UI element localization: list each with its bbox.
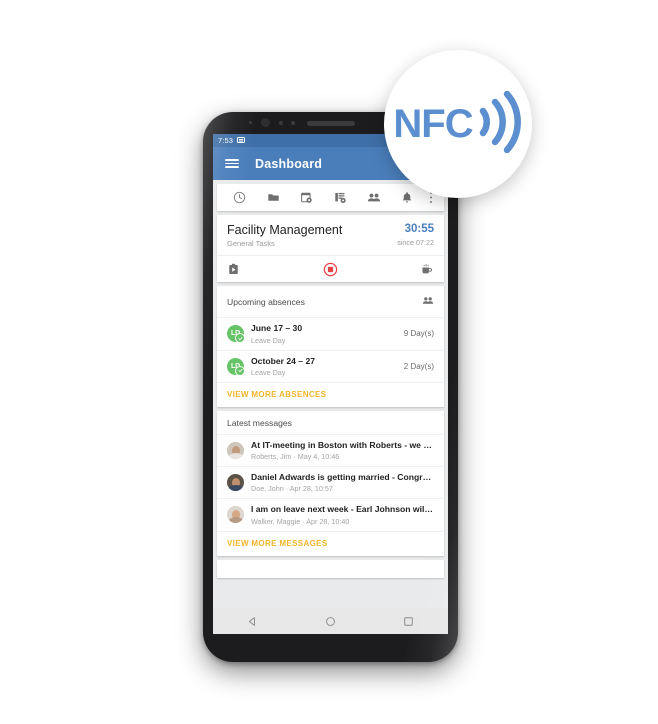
leave-day-badge: LD [227,357,245,376]
message-meta: Walker, Maggie · Apr 28, 10:40 [251,516,350,526]
avatar [227,441,244,459]
quick-actions-toolbar [217,184,444,211]
android-back-button[interactable] [232,608,272,634]
recents-square-icon [404,616,414,626]
stop-timer-button[interactable] [296,256,365,282]
sensor-dot-small [249,121,252,124]
sim-card-icon [237,136,245,145]
back-triangle-icon [248,616,255,626]
leave-day-badge: LD [227,325,245,344]
toolbar-item-time-tracking[interactable] [223,184,257,211]
absence-title: June 17 – 30 [251,323,303,334]
avatar [227,506,244,524]
message-row[interactable]: At IT-meeting in Boston with Roberts - w… [217,433,444,466]
absence-subtitle: Leave Day [251,367,286,377]
clock-icon [234,191,246,204]
messages-header: Latest messages [227,417,292,428]
check-icon [235,365,245,376]
message-meta: Roberts, Jim · May 4, 10:46 [251,452,340,462]
nfc-wave-icon [477,90,523,158]
absence-duration: 2 Day(s) [403,361,434,371]
android-recents-button[interactable] [389,608,429,634]
phone-screen: 7:53 Dashboard Facility Management Gener… [213,134,448,634]
latest-messages-card: Latest messages At IT-meeting in Boston … [217,410,444,556]
phone-device: 7:53 Dashboard Facility Management Gener… [203,112,458,662]
android-navigation-bar [213,608,448,634]
people-icon[interactable] [422,293,434,311]
bell-icon [402,192,412,203]
nfc-badge: NFC [384,50,532,198]
report-settings-icon [335,192,346,204]
message-title: I am on leave next week - Earl Johnson w… [251,504,434,515]
toolbar-item-team[interactable] [357,184,391,211]
timer-elapsed-value: 30:55 [404,223,434,235]
upcoming-absences-card: Upcoming absences LD June 17 – 30 Leave … [217,286,444,407]
stop-record-icon [323,262,338,277]
message-title: Daniel Adwards is getting married - Cong… [251,472,434,483]
absence-row[interactable]: LD June 17 – 30 Leave Day 9 Day(s) [217,317,444,349]
toolbar-item-reports[interactable] [324,184,358,211]
home-circle-icon [326,616,335,626]
message-row[interactable]: Daniel Adwards is getting married - Cong… [217,466,444,498]
hamburger-menu-icon[interactable] [225,159,239,168]
timer-task-title: Facility Management [227,223,343,237]
page-title: Dashboard [255,156,323,171]
status-time: 7:53 [218,136,233,145]
next-card-partial [217,559,444,578]
switch-task-button[interactable] [217,256,296,282]
view-more-absences-link[interactable]: VIEW MORE ABSENCES [217,381,444,407]
timer-since-label: since 07:22 [397,238,434,247]
message-row[interactable]: I am on leave next week - Earl Johnson w… [217,498,444,530]
message-title: At IT-meeting in Boston with Roberts - w… [251,439,434,450]
folder-icon [268,194,279,201]
active-timer-card: Facility Management General Tasks 30:55 … [217,215,444,283]
toolbar-item-calendar[interactable] [290,184,324,211]
earpiece-speaker [307,121,355,126]
absence-title: October 24 – 27 [251,355,316,366]
absence-subtitle: Leave Day [251,335,286,345]
toolbar-item-projects[interactable] [257,184,291,211]
absence-row[interactable]: LD October 24 – 27 Leave Day 2 Day(s) [217,349,444,382]
timer-task-subtitle: General Tasks [227,239,275,249]
check-icon [235,333,245,344]
message-meta: Doe, John · Apr 28, 10:57 [251,484,333,494]
absences-header: Upcoming absences [227,297,305,308]
nfc-label: NFC [393,101,473,146]
coffee-cup-icon [422,264,432,274]
sensor-dot-mid [279,121,283,125]
android-home-button[interactable] [310,608,350,634]
sensor-dot-mid2 [291,121,295,125]
front-camera-icon [261,118,270,127]
take-break-button[interactable] [365,256,444,282]
absence-duration: 9 Day(s) [403,329,434,339]
people-icon [367,193,380,202]
task-switch-icon [229,263,238,274]
avatar [227,474,244,492]
calendar-settings-icon [301,192,312,203]
toolbar-item-notifications[interactable] [391,184,425,211]
view-more-messages-link[interactable]: VIEW MORE MESSAGES [217,530,444,556]
